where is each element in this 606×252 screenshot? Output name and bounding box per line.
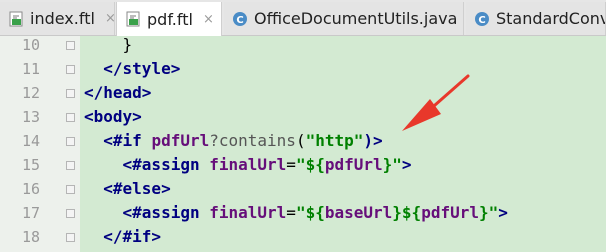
line-number: 15 — [21, 156, 40, 174]
code-line[interactable]: <#assign finalUrl="${pdfUrl}"> — [84, 153, 412, 177]
line-number: 13 — [21, 108, 40, 126]
tab-label: OfficeDocumentUtils.java — [254, 9, 458, 28]
code-token: baseUrl — [324, 203, 393, 222]
fold-marker-icon[interactable] — [66, 185, 75, 194]
line-number: 17 — [21, 204, 40, 222]
code-token: > — [401, 155, 412, 174]
code-editor[interactable]: 10 } 11 </style> 12 </head> 13 <body> 14 <#if … — [0, 33, 606, 252]
code-token: </style> — [84, 59, 181, 78]
code-token: "${ — [295, 203, 325, 222]
line-number: 18 — [21, 228, 40, 246]
code-line[interactable]: <#else> — [84, 177, 171, 201]
code-token: <#assign — [84, 155, 210, 174]
tab-label: pdf.ftl — [147, 9, 193, 29]
code-token: )> — [363, 131, 383, 150]
ide-window: index.ftl × pdf.ftl × C OfficeDocumentUt… — [0, 0, 606, 252]
code-token: }${ — [392, 203, 422, 222]
close-icon[interactable]: × — [203, 12, 214, 27]
code-token: "${ — [295, 155, 325, 174]
code-token: finalUrl — [209, 203, 287, 222]
svg-text:C: C — [478, 15, 485, 26]
code-line[interactable]: <#if pdfUrl?contains("http")> — [84, 129, 383, 153]
fold-marker-icon[interactable] — [66, 161, 75, 170]
code-token: pdfUrl — [324, 155, 383, 174]
line-number: 14 — [21, 132, 40, 150]
code-line[interactable]: </head> — [84, 81, 151, 105]
java-class-icon: C — [475, 11, 489, 26]
fold-marker-icon[interactable] — [66, 233, 75, 242]
tab-label: StandardConve — [496, 9, 605, 28]
ftl-file-icon — [9, 11, 23, 26]
code-line[interactable]: } — [84, 33, 133, 57]
code-token: }" — [382, 155, 402, 174]
code-token: <#assign — [84, 203, 210, 222]
code-line[interactable]: </#if> — [84, 225, 161, 249]
close-icon[interactable]: × — [105, 11, 114, 26]
tab-standard-converter[interactable]: C StandardConve — [466, 2, 606, 35]
code-line[interactable]: <#assign finalUrl="${baseUrl}${pdfUrl}"> — [84, 201, 508, 225]
code-line[interactable]: </style> — [84, 57, 180, 81]
code-token: }" — [478, 203, 499, 222]
code-token: </head> — [84, 83, 152, 102]
code-token: pdfUrl — [421, 203, 479, 222]
fold-marker-icon[interactable] — [66, 41, 75, 50]
code-token: <body> — [84, 107, 142, 126]
svg-text:C: C — [236, 15, 243, 26]
java-class-icon: C — [233, 11, 247, 26]
tab-office-document-utils-java[interactable]: C OfficeDocumentUtils.java × — [224, 2, 464, 35]
code-token: ?contains — [209, 131, 296, 150]
code-token: = — [286, 203, 296, 222]
tab-index-ftl[interactable]: index.ftl × — [0, 2, 115, 35]
fold-marker-icon[interactable] — [66, 209, 75, 218]
code-token: <#else> — [84, 179, 171, 198]
editor-tab-bar: index.ftl × pdf.ftl × C OfficeDocumentUt… — [0, 0, 606, 36]
code-token: </#if> — [84, 227, 162, 246]
code-token: finalUrl — [209, 155, 287, 174]
fold-marker-icon[interactable] — [66, 65, 75, 74]
line-number: 16 — [21, 180, 40, 198]
line-number: 10 — [21, 36, 40, 54]
tab-label: index.ftl — [30, 9, 95, 28]
code-token: = — [286, 155, 296, 174]
code-token: "http" — [305, 131, 364, 150]
line-number: 12 — [21, 84, 40, 102]
ftl-file-icon — [126, 11, 140, 27]
fold-marker-icon[interactable] — [66, 89, 75, 98]
code-token: > — [498, 203, 508, 222]
code-line[interactable]: <body> — [84, 105, 142, 129]
line-number: 11 — [21, 60, 40, 78]
tab-pdf-ftl[interactable]: pdf.ftl × — [116, 2, 222, 36]
fold-marker-icon[interactable] — [66, 113, 75, 122]
code-token: ( — [295, 131, 306, 150]
code-token: <#if — [84, 131, 152, 150]
code-token: pdfUrl — [151, 131, 210, 150]
code-token: } — [84, 35, 133, 54]
fold-marker-icon[interactable] — [66, 137, 75, 146]
